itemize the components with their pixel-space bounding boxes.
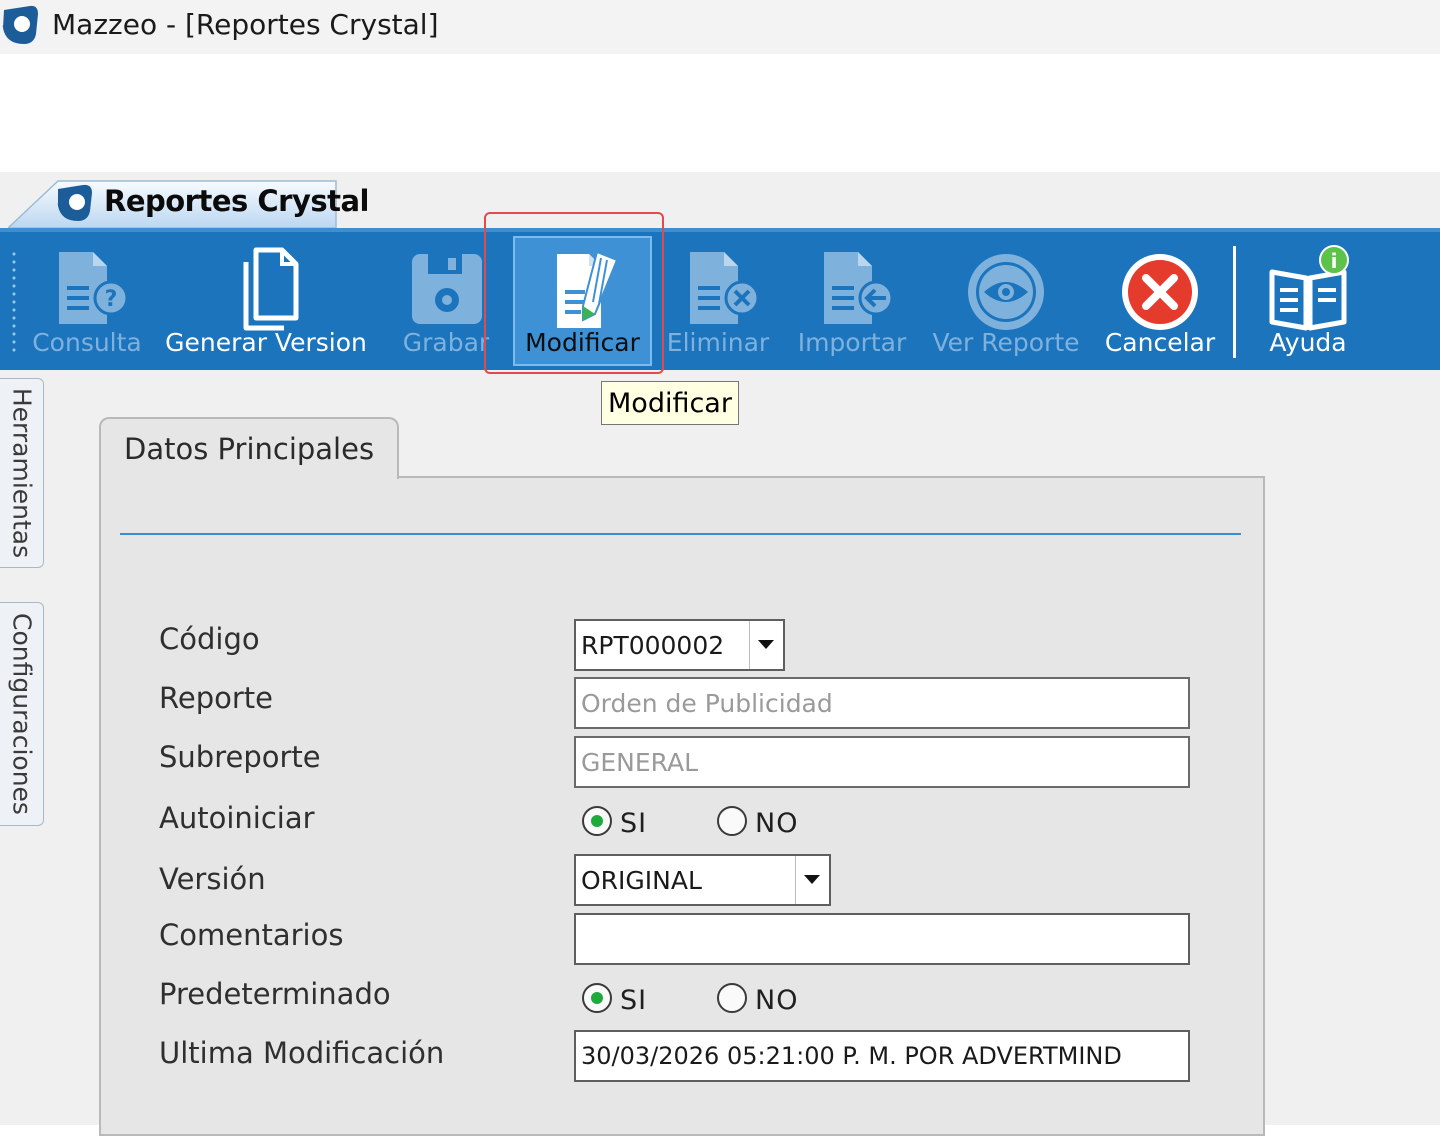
generar-version-button[interactable]: Generar Version: [160, 232, 372, 370]
toolbar-grip[interactable]: [12, 250, 16, 356]
autoiniciar-label: Autoiniciar: [159, 801, 315, 835]
document-tab-logo-icon: [57, 184, 92, 221]
cancelar-button[interactable]: Cancelar: [1102, 232, 1218, 370]
document-import-icon: [824, 252, 894, 324]
autoiniciar-si-label: SI: [620, 808, 648, 839]
help-book-icon: i: [1269, 245, 1349, 331]
importar-label: Importar: [797, 328, 907, 357]
copy-document-icon: [243, 247, 299, 331]
codigo-dropdown-button[interactable]: [749, 621, 783, 669]
ribbon-blank-area: [0, 54, 1440, 172]
predeterminado-label: Predeterminado: [159, 977, 391, 1011]
document-tab-label: Reportes Crystal: [104, 184, 370, 218]
section-divider: [120, 533, 1241, 535]
grabar-button[interactable]: Grabar: [396, 232, 496, 370]
svg-text:?: ?: [105, 287, 118, 312]
predeterminado-si-label: SI: [620, 985, 648, 1016]
codigo-label: Código: [159, 622, 260, 656]
window-title: Mazzeo - [Reportes Crystal]: [52, 8, 439, 41]
tab-datos-principales-label: Datos Principales: [124, 432, 375, 466]
consulta-label: Consulta: [32, 328, 142, 357]
subreporte-label: Subreporte: [159, 740, 321, 774]
document-question-icon: ?: [59, 252, 129, 324]
floppy-save-icon: [412, 254, 482, 324]
document-delete-icon: [690, 252, 760, 324]
predeterminado-no-radio[interactable]: [717, 983, 747, 1013]
side-tab-herramientas-label: Herramientas: [7, 387, 36, 559]
toolbar: ? Consulta Generar Version Grabar Modifi…: [0, 228, 1440, 370]
predeterminado-no-label: NO: [755, 985, 799, 1016]
version-value: ORIGINAL: [581, 865, 702, 895]
subreporte-value: GENERAL: [581, 747, 699, 777]
eliminar-label: Eliminar: [666, 328, 770, 357]
ultima-modificacion-field[interactable]: 30/03/2026 05:21:00 P. M. POR ADVERTMIND: [574, 1030, 1190, 1082]
ayuda-label: Ayuda: [1269, 328, 1347, 357]
svg-text:i: i: [1331, 249, 1338, 273]
reporte-field[interactable]: Orden de Publicidad: [574, 677, 1190, 729]
ver-reporte-label: Ver Reporte: [932, 328, 1080, 357]
version-label: Versión: [159, 862, 266, 896]
reporte-label: Reporte: [159, 681, 273, 715]
generar-version-label: Generar Version: [165, 328, 367, 357]
modificar-tooltip: Modificar: [601, 381, 739, 425]
autoiniciar-si-radio[interactable]: [582, 806, 612, 836]
side-tab-herramientas[interactable]: Herramientas: [0, 378, 44, 568]
autoiniciar-no-label: NO: [755, 808, 799, 839]
importar-button[interactable]: Importar: [794, 232, 910, 370]
version-combobox[interactable]: ORIGINAL: [574, 854, 831, 906]
autoiniciar-no-radio[interactable]: [717, 806, 747, 836]
ultima-modificacion-value: 30/03/2026 05:21:00 P. M. POR ADVERTMIND: [581, 1042, 1122, 1070]
codigo-value: RPT000002: [581, 630, 725, 660]
grabar-label: Grabar: [402, 328, 490, 357]
modificar-highlight-box: [484, 212, 664, 374]
eliminar-button[interactable]: Eliminar: [666, 232, 770, 370]
consulta-button[interactable]: ? Consulta: [30, 232, 144, 370]
side-tab-configuraciones[interactable]: Configuraciones: [0, 602, 44, 826]
predeterminado-si-radio[interactable]: [582, 983, 612, 1013]
subreporte-field[interactable]: GENERAL: [574, 736, 1190, 788]
cancel-x-icon: [1122, 254, 1198, 330]
comentarios-label: Comentarios: [159, 918, 344, 952]
version-dropdown-button[interactable]: [795, 856, 829, 904]
ayuda-button[interactable]: i Ayuda: [1258, 232, 1358, 370]
toolbar-separator: [1233, 246, 1236, 358]
reporte-value: Orden de Publicidad: [581, 688, 833, 718]
eye-icon: [968, 254, 1044, 330]
ver-reporte-button[interactable]: Ver Reporte: [928, 232, 1084, 370]
title-bar: Mazzeo - [Reportes Crystal]: [0, 0, 1440, 54]
app-logo-icon: [2, 5, 38, 44]
codigo-combobox[interactable]: RPT000002: [574, 619, 785, 671]
comentarios-field[interactable]: [574, 913, 1190, 965]
cancelar-label: Cancelar: [1104, 328, 1216, 357]
ultima-modificacion-label: Ultima Modificación: [159, 1036, 445, 1070]
side-tab-configuraciones-label: Configuraciones: [7, 613, 36, 815]
